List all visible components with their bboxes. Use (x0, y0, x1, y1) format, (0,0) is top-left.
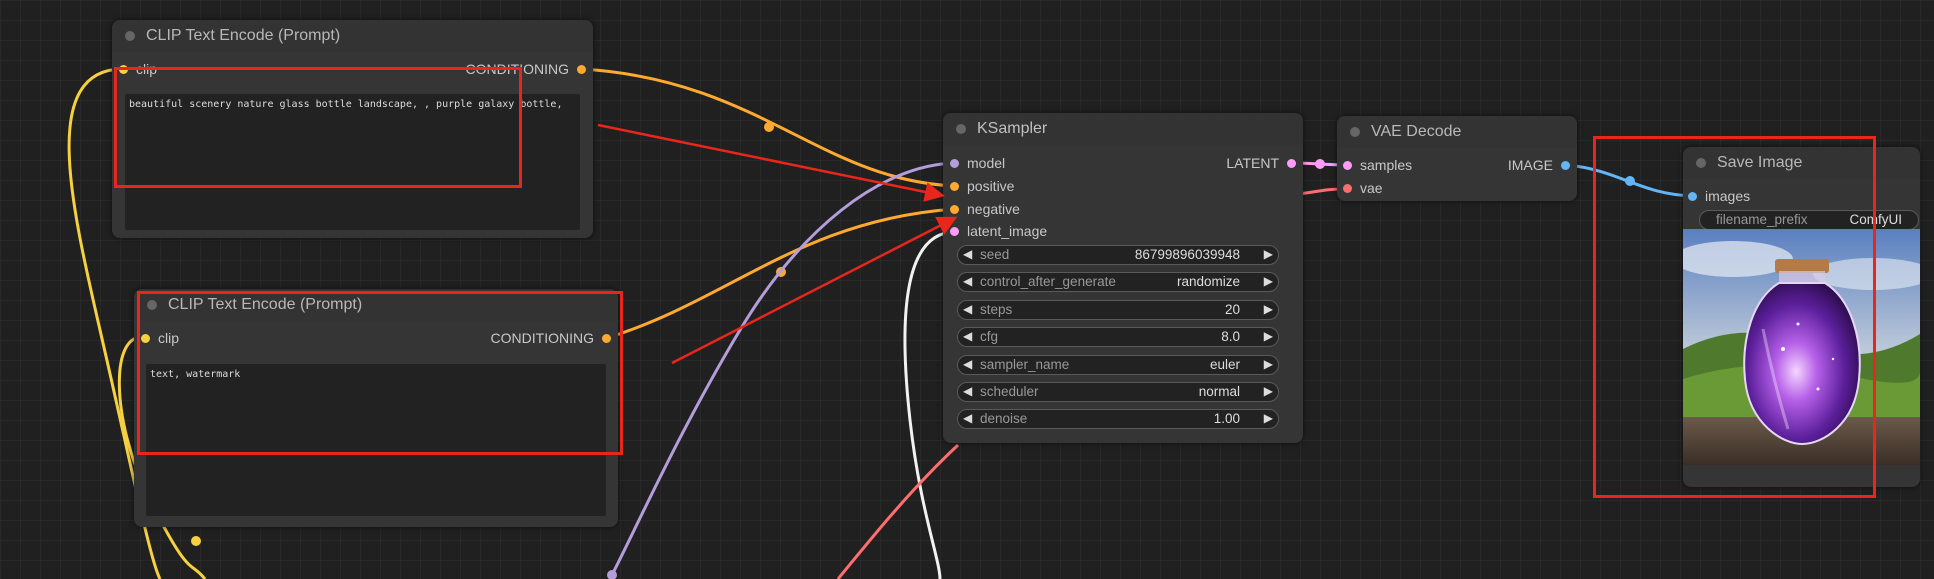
samples-input-slot[interactable]: samples (1343, 157, 1413, 173)
ksampler-node[interactable]: KSampler model positive negative latent_… (943, 113, 1303, 443)
annotation-box-negative-prompt (137, 291, 623, 455)
widget-value: 8.0 (1221, 329, 1240, 344)
latent-pin-icon[interactable] (1287, 159, 1296, 168)
slot-label: IMAGE (1507, 157, 1553, 173)
vae-decode-node[interactable]: VAE Decode samples vae IMAGE (1337, 116, 1577, 201)
decrement-icon[interactable]: ◀ (963, 384, 972, 398)
widget-value: normal (1198, 384, 1240, 399)
annotation-box-save-image (1593, 136, 1876, 498)
widget-label: seed (980, 247, 1010, 262)
increment-icon[interactable]: ▶ (1264, 357, 1273, 371)
negative-wire-midpoint (776, 267, 786, 277)
slot-label: vae (1360, 180, 1383, 196)
widget-value: 1.00 (1213, 411, 1240, 426)
samples-pin-icon[interactable] (1343, 161, 1352, 170)
slot-label: LATENT (1226, 155, 1279, 171)
widget-value: 20 (1224, 302, 1240, 317)
annotation-arrow-positive (597, 123, 945, 202)
denoise-widget[interactable]: ◀ denoise 1.00 ▶ (957, 409, 1279, 429)
widget-value: randomize (1176, 274, 1240, 289)
increment-icon[interactable]: ▶ (1264, 302, 1273, 316)
positive-wire (581, 67, 956, 188)
vae-pin-icon[interactable] (1343, 184, 1352, 193)
node-header[interactable]: VAE Decode (1337, 116, 1577, 148)
conditioning-pin-icon[interactable] (577, 65, 586, 74)
latent-image-input-slot[interactable]: latent_image (950, 223, 1048, 239)
slot-label: model (967, 155, 1006, 171)
widget-value: 86799896039948 (1134, 247, 1240, 262)
node-header[interactable]: KSampler (943, 113, 1303, 145)
model-pin-icon[interactable] (950, 159, 959, 168)
collapse-dot-icon[interactable] (956, 124, 966, 134)
widget-label: cfg (980, 329, 999, 344)
clip-wire-midpoint (191, 536, 201, 546)
increment-icon[interactable]: ▶ (1264, 247, 1273, 261)
slot-label: positive (967, 178, 1015, 194)
node-header[interactable]: CLIP Text Encode (Prompt) (112, 20, 593, 52)
increment-icon[interactable]: ▶ (1264, 274, 1273, 288)
widget-label: scheduler (980, 384, 1039, 399)
increment-icon[interactable]: ▶ (1264, 384, 1273, 398)
collapse-dot-icon[interactable] (125, 31, 135, 41)
latent-wire-midpoint (1315, 159, 1325, 169)
widget-label: steps (980, 302, 1013, 317)
positive-input-slot[interactable]: positive (950, 178, 1015, 194)
steps-widget[interactable]: ◀ steps 20 ▶ (957, 300, 1279, 320)
decrement-icon[interactable]: ◀ (963, 274, 972, 288)
positive-wire-midpoint (764, 122, 774, 132)
node-title: VAE Decode (1371, 123, 1462, 140)
positive-pin-icon[interactable] (950, 182, 959, 191)
control-after-generate-widget[interactable]: ◀ control_after_generate randomize ▶ (957, 272, 1279, 292)
negative-input-slot[interactable]: negative (950, 201, 1020, 217)
decrement-icon[interactable]: ◀ (963, 247, 972, 261)
widget-label: control_after_generate (980, 274, 1116, 289)
model-wire-midpoint (607, 570, 617, 579)
annotation-box-positive-prompt (114, 67, 522, 188)
slot-label: latent_image (967, 223, 1048, 239)
widget-label: denoise (980, 411, 1028, 426)
decrement-icon[interactable]: ◀ (963, 411, 972, 425)
decrement-icon[interactable]: ◀ (963, 357, 972, 371)
decrement-icon[interactable]: ◀ (963, 302, 972, 316)
node-title: CLIP Text Encode (Prompt) (146, 27, 341, 44)
negative-wire (606, 207, 956, 340)
seed-widget[interactable]: ◀ seed 86799896039948 ▶ (957, 245, 1279, 265)
widget-label: sampler_name (980, 357, 1070, 372)
widget-value: euler (1209, 357, 1240, 372)
model-input-slot[interactable]: model (950, 155, 1006, 171)
decrement-icon[interactable]: ◀ (963, 329, 972, 343)
node-title: KSampler (977, 120, 1048, 137)
latent-pin-icon[interactable] (950, 227, 959, 236)
scheduler-widget[interactable]: ◀ scheduler normal ▶ (957, 382, 1279, 402)
increment-icon[interactable]: ▶ (1264, 411, 1273, 425)
image-pin-icon[interactable] (1561, 161, 1570, 170)
annotation-arrow-negative (671, 216, 958, 365)
negative-pin-icon[interactable] (950, 205, 959, 214)
increment-icon[interactable]: ▶ (1264, 329, 1273, 343)
image-output-slot[interactable]: IMAGE (1507, 157, 1570, 173)
latent-output-slot[interactable]: LATENT (1226, 155, 1296, 171)
slot-label: negative (967, 201, 1020, 217)
cfg-widget[interactable]: ◀ cfg 8.0 ▶ (957, 327, 1279, 347)
collapse-dot-icon[interactable] (1350, 127, 1360, 137)
vae-wire-lower (836, 443, 960, 579)
model-wire (610, 161, 956, 576)
slot-label: samples (1360, 157, 1413, 173)
sampler-name-widget[interactable]: ◀ sampler_name euler ▶ (957, 355, 1279, 375)
vae-input-slot[interactable]: vae (1343, 180, 1383, 196)
